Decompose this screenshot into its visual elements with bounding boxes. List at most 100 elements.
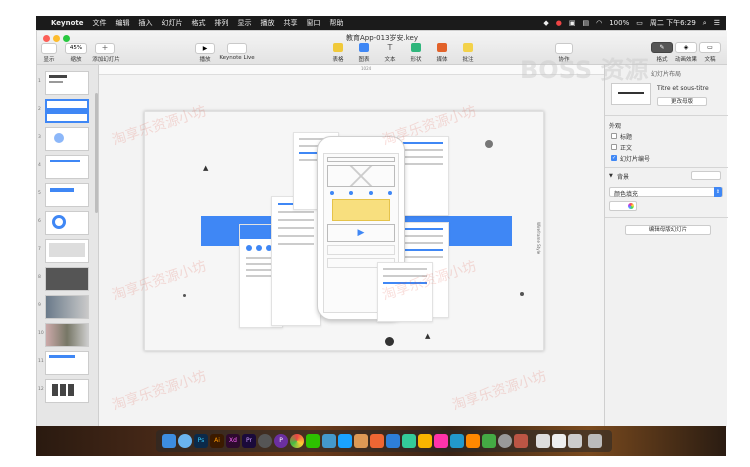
slide-number-checkbox[interactable]: ✓ [611,155,617,161]
app-icon[interactable] [450,434,464,448]
animate-tab[interactable]: ◈ [675,42,697,53]
chrome-icon[interactable] [290,434,304,448]
illustrator-icon[interactable]: Ai [210,434,224,448]
app-icon[interactable] [482,434,496,448]
menu-play[interactable]: 播放 [261,18,275,28]
media-icon[interactable] [437,43,447,52]
divider [605,217,728,218]
menu-file[interactable]: 文件 [93,18,107,28]
slide-thumbnail-6[interactable] [45,211,89,235]
circle-shape [183,294,186,297]
slide-thumbnail-2[interactable] [45,99,89,123]
menu-app-keynote[interactable]: Keynote [51,19,84,27]
change-master-button[interactable]: 更改母版 [657,97,707,106]
menu-insert[interactable]: 插入 [139,18,153,28]
slide-thumbnail-1[interactable] [45,71,89,95]
premiere-icon[interactable]: Pr [242,434,256,448]
title-option-label: 标题 [620,134,633,141]
menu-view[interactable]: 显示 [238,18,252,28]
app-icon[interactable] [514,434,528,448]
document-icon[interactable] [568,434,582,448]
messages-icon[interactable] [322,434,336,448]
sketch-icon[interactable] [418,434,432,448]
finder-icon[interactable] [162,434,176,448]
text-icon[interactable]: T [385,43,395,52]
display-icon[interactable]: ▣ [569,19,576,27]
menu-arrange[interactable]: 排列 [215,18,229,28]
wechat-icon[interactable] [306,434,320,448]
menu-share[interactable]: 共享 [284,18,298,28]
slide-thumbnail-4[interactable] [45,155,89,179]
slide-page-dot[interactable] [385,337,394,346]
zoom-select[interactable]: 45% [65,43,87,54]
table-icon[interactable] [333,43,343,52]
keynote-icon[interactable] [386,434,400,448]
vlc-icon[interactable] [466,434,480,448]
background-color-well[interactable] [691,171,721,180]
app-icon[interactable] [434,434,448,448]
layout-thumbnail[interactable] [611,83,651,105]
body-option-label: 正文 [620,145,633,152]
color-swatch[interactable] [609,201,637,211]
chart-icon[interactable] [359,43,369,52]
slide-thumbnail-5[interactable] [45,183,89,207]
zoom-button[interactable] [63,35,70,42]
navigator-scrollbar[interactable] [95,93,98,213]
document-icon[interactable] [536,434,550,448]
title-checkbox[interactable] [611,133,617,139]
safari-icon[interactable] [178,434,192,448]
triangle-shape: ▲ [203,164,209,172]
app-icon[interactable] [370,434,384,448]
fill-type-select[interactable]: 颜色填充 ⇕ [609,187,723,198]
disclosure-triangle-icon[interactable]: ▼ [609,173,613,179]
zoom-value: 45% [69,45,83,51]
app-icon[interactable] [354,434,368,448]
search-icon[interactable]: ⌕ [703,19,707,28]
slide-thumbnail-10[interactable] [45,323,89,347]
slide-thumbnail-3[interactable] [45,127,89,151]
slide-navigator[interactable]: 1 2 3 4 5 6 7 8 9 10 11 12 [37,65,99,427]
battery-label[interactable]: 100% [609,19,629,27]
record-icon[interactable]: ● [556,19,562,27]
document-tab[interactable]: ▭ [699,42,721,53]
menu-help[interactable]: 帮助 [330,18,344,28]
display-button[interactable] [41,43,57,54]
p-app-icon[interactable]: P [274,434,288,448]
menu-window[interactable]: 窗口 [307,18,321,28]
slide[interactable]: ▲ ▲ Wireframe Style ▶ [144,111,544,351]
dropbox-icon[interactable]: ◆ [543,19,548,27]
screen-icon[interactable]: ▤ [582,19,589,27]
edit-master-button[interactable]: 编辑母版幻灯片 [625,225,711,235]
notification-icon[interactable]: ☰ [714,19,720,27]
slide-thumbnail-9[interactable] [45,295,89,319]
body-checkbox[interactable] [611,144,617,150]
app-icon[interactable] [402,434,416,448]
menu-slide[interactable]: 幻灯片 [162,18,183,28]
wifi-icon[interactable]: ◠ [596,19,602,27]
close-button[interactable] [43,35,50,42]
chart-label: 图表 [358,57,370,63]
trash-icon[interactable] [588,434,602,448]
menu-format[interactable]: 格式 [192,18,206,28]
document-icon[interactable] [552,434,566,448]
shape-icon[interactable] [411,43,421,52]
play-button[interactable]: ▶ [195,43,215,54]
clock[interactable]: 周二 下午6:29 [650,18,696,28]
slide-thumbnail-8[interactable] [45,267,89,291]
battery-icon[interactable]: ▭ [636,19,643,27]
add-slide-button[interactable]: + [95,43,115,54]
photoshop-icon[interactable]: Ps [194,434,208,448]
minimize-button[interactable] [53,35,60,42]
qq-icon[interactable] [338,434,352,448]
format-tab[interactable]: ✎ [651,42,673,53]
slide-thumbnail-12[interactable] [45,379,89,403]
slide-thumbnail-7[interactable] [45,239,89,263]
media-label: 媒体 [436,57,448,63]
slide-thumbnail-11[interactable] [45,351,89,375]
app-icon[interactable] [498,434,512,448]
comment-icon[interactable] [463,43,473,52]
menu-edit[interactable]: 编辑 [116,18,130,28]
media-app-icon[interactable] [258,434,272,448]
xd-icon[interactable]: Xd [226,434,240,448]
keynote-live-button[interactable] [227,43,247,54]
